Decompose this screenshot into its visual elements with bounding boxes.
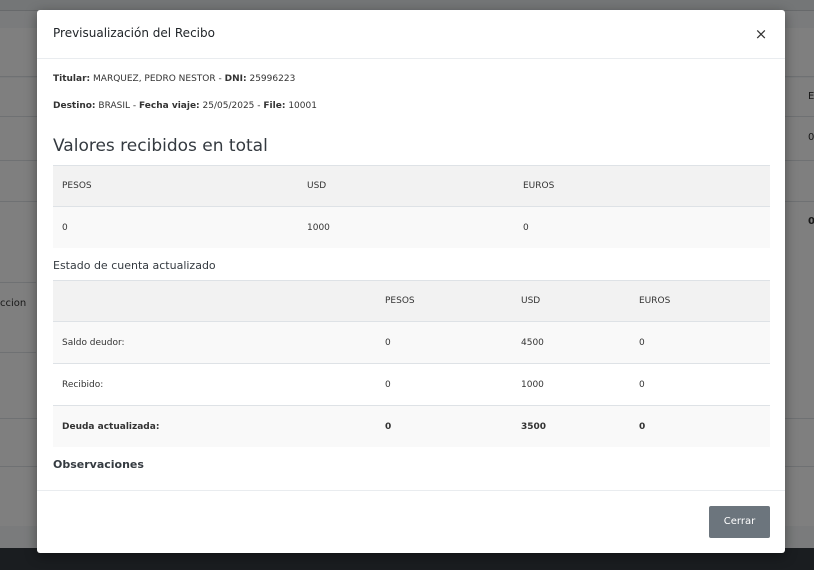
table-cell: 0 (514, 206, 770, 248)
column-header: PESOS (53, 165, 298, 207)
fecha-label: Fecha viaje: (139, 101, 200, 111)
table-cell: 0 (630, 405, 770, 447)
observaciones-heading: Observaciones (53, 458, 144, 471)
titular-info: Titular: MARQUEZ, PEDRO NESTOR - DNI: 25… (53, 74, 295, 84)
table-cell: 4500 (512, 321, 630, 364)
table-cell: 1000 (298, 206, 514, 248)
row-label: Recibido: (53, 363, 376, 406)
row-label: Saldo deudor: (53, 321, 376, 364)
separator: - (218, 74, 222, 84)
destino-info: Destino: BRASIL - Fecha viaje: 25/05/202… (53, 101, 317, 111)
dni-value: 25996223 (249, 74, 296, 84)
modal-title: Previsualización del Recibo (53, 26, 215, 40)
dni-label: DNI: (224, 74, 247, 84)
column-header: EUROS (514, 165, 770, 207)
column-header: PESOS (376, 280, 512, 322)
table-header-row: PESOS USD EUROS (53, 165, 770, 207)
table-row: Recibido: 0 1000 0 (53, 363, 770, 406)
close-button[interactable]: Cerrar (709, 506, 770, 538)
table-row: Saldo deudor: 0 4500 0 (53, 321, 770, 364)
estado-table: PESOS USD EUROS Saldo deudor: 0 4500 0 R… (53, 280, 770, 447)
column-header: USD (512, 280, 630, 322)
destino-label: Destino: (53, 101, 96, 111)
column-header: EUROS (630, 280, 770, 322)
total-heading: Valores recibidos en total (53, 136, 268, 156)
separator: - (257, 101, 261, 111)
table-cell: 1000 (512, 363, 630, 406)
table-row: Deuda actualizada: 0 3500 0 (53, 405, 770, 447)
column-header (53, 280, 376, 322)
destino-value: BRASIL (98, 101, 130, 111)
table-cell: 0 (630, 363, 770, 406)
titular-value: MARQUEZ, PEDRO NESTOR (93, 74, 216, 84)
modal-header: Previsualización del Recibo × (37, 10, 785, 59)
receipt-preview-modal: Previsualización del Recibo × Titular: M… (37, 10, 785, 553)
table-row: 0 1000 0 (53, 206, 770, 248)
estado-heading: Estado de cuenta actualizado (53, 259, 216, 272)
table-cell: 3500 (512, 405, 630, 447)
row-label: Deuda actualizada: (53, 405, 376, 447)
table-cell: 0 (376, 321, 512, 364)
table-cell: 0 (630, 321, 770, 364)
modal-footer: Cerrar (37, 490, 785, 554)
file-value: 10001 (288, 101, 317, 111)
table-header-row: PESOS USD EUROS (53, 280, 770, 322)
table-cell: 0 (376, 405, 512, 447)
separator: - (132, 101, 137, 111)
table-cell: 0 (53, 206, 298, 248)
fecha-value: 25/05/2025 (202, 101, 255, 111)
titular-label: Titular: (53, 74, 91, 84)
table-cell: 0 (376, 363, 512, 406)
column-header: USD (298, 165, 514, 207)
close-icon[interactable]: × (751, 24, 771, 44)
total-table: PESOS USD EUROS 0 1000 0 (53, 165, 770, 248)
file-label: File: (263, 101, 286, 111)
